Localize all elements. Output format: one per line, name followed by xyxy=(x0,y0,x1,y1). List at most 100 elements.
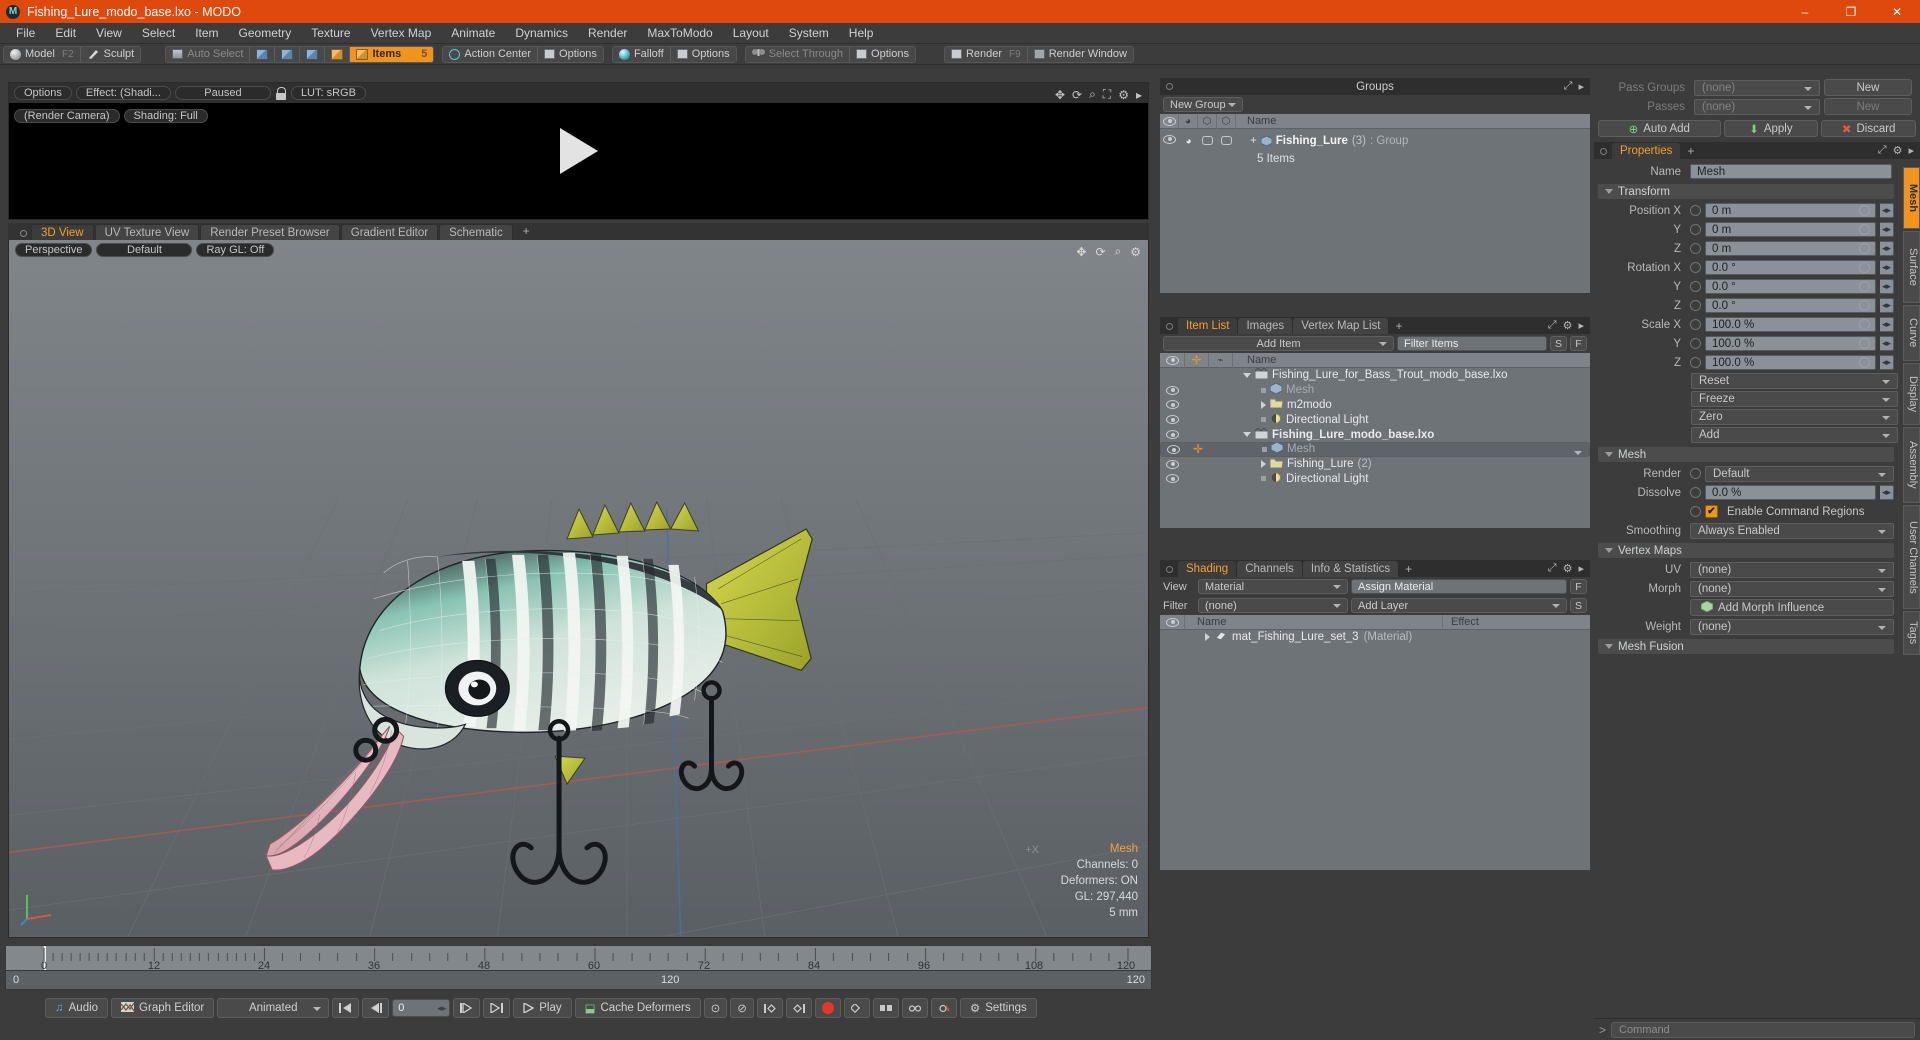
animate-knob-icon[interactable] xyxy=(1859,243,1870,254)
key-all-button[interactable] xyxy=(843,998,870,1018)
item-list-row[interactable]: Fishing_Lure_modo_base.lxo xyxy=(1160,426,1590,442)
key-prev-button[interactable] xyxy=(756,998,783,1018)
chevron-right-icon[interactable] xyxy=(1205,633,1210,641)
rotation-y-knob[interactable] xyxy=(1690,281,1701,292)
menu-maxtomodo[interactable]: MaxToModo xyxy=(637,23,722,44)
position-z-knob[interactable] xyxy=(1690,243,1701,254)
rotation-x-knob[interactable] xyxy=(1690,262,1701,273)
item-list-row[interactable]: Fishing_Lure (2) xyxy=(1160,457,1590,472)
gear-icon[interactable]: ⚙ xyxy=(1563,319,1573,332)
gear-icon[interactable]: ⚙ xyxy=(1118,88,1129,102)
filter-select[interactable]: (none) xyxy=(1198,598,1348,613)
select-through-button[interactable]: Select Through xyxy=(746,47,849,62)
menu-edit[interactable]: Edit xyxy=(45,23,86,44)
side-tab-surface[interactable]: Surface xyxy=(1903,231,1920,303)
perspective-button[interactable]: Perspective xyxy=(15,242,93,257)
chevron-right-icon[interactable] xyxy=(1261,400,1266,409)
row-visibility-toggle[interactable] xyxy=(1160,430,1185,440)
animate-knob-icon[interactable] xyxy=(1859,224,1870,235)
gear-icon[interactable]: ⚙ xyxy=(1130,245,1141,259)
shading-f-button[interactable]: F xyxy=(1570,579,1587,594)
scale-y-spinner[interactable]: ◂▸ xyxy=(1880,336,1894,351)
tab-gradient-editor[interactable]: Gradient Editor xyxy=(340,224,439,240)
add-dropd[interactable]: Add xyxy=(1691,427,1898,443)
chevron-right-icon[interactable]: ▸ xyxy=(1578,319,1584,332)
expand-icon[interactable]: ⤢ xyxy=(1548,562,1557,575)
animate-knob-icon[interactable] xyxy=(1859,300,1870,311)
timeline-range-bar[interactable]: 0 120 120 xyxy=(5,971,1152,990)
triangle-down-icon[interactable] xyxy=(1243,432,1251,438)
rotation-y-input[interactable]: 0.0 ° xyxy=(1705,279,1876,294)
discard-button[interactable]: ✖ Discard xyxy=(1821,120,1917,137)
sculpt-mode-button[interactable]: Sculpt xyxy=(79,46,141,62)
uv-select[interactable]: (none) xyxy=(1690,561,1894,578)
render-camera-button[interactable]: (Render Camera) xyxy=(14,109,120,123)
current-frame-input[interactable]: 0 ◂▸ xyxy=(392,999,451,1017)
menu-texture[interactable]: Texture xyxy=(301,23,360,44)
falloff-options-button[interactable]: Options xyxy=(669,46,736,62)
name-input[interactable]: Mesh xyxy=(1690,164,1892,179)
items-mode-button[interactable]: Items 5 xyxy=(349,46,434,62)
tab-vertex-map-list[interactable]: Vertex Map List xyxy=(1293,318,1389,334)
rotation-x-input[interactable]: 0.0 ° xyxy=(1705,260,1876,275)
triangle-down-icon[interactable] xyxy=(1243,372,1251,378)
play-overlay-icon[interactable] xyxy=(559,128,598,174)
3d-viewport[interactable]: -Z +X xyxy=(8,240,1149,938)
rotation-z-spinner[interactable]: ◂▸ xyxy=(1880,298,1894,313)
tab-item-list[interactable]: Item List xyxy=(1178,318,1238,334)
position-x-spinner[interactable]: ◂▸ xyxy=(1880,203,1894,218)
tab-3d-view[interactable]: 3D View xyxy=(31,224,94,240)
mesh-fusion-section-header[interactable]: Mesh Fusion xyxy=(1598,639,1894,654)
falloff-button[interactable]: Falloff xyxy=(613,47,670,62)
side-tab-curve[interactable]: Curve xyxy=(1903,305,1920,361)
previous-frame-button[interactable] xyxy=(362,998,390,1018)
item-list-row[interactable]: Fishing_Lure_for_Bass_Trout_modo_base.lx… xyxy=(1160,367,1590,383)
add-layer-button[interactable]: Add Layer xyxy=(1351,598,1567,613)
row-visibility-toggle[interactable] xyxy=(1160,134,1179,147)
menu-select[interactable]: Select xyxy=(132,23,185,44)
chevron-right-icon[interactable]: ▸ xyxy=(1578,562,1584,575)
zero-dropd[interactable]: Zero xyxy=(1691,409,1898,425)
polygon-mode-button[interactable] xyxy=(299,46,324,62)
row-lock-toggle[interactable]: ✛ xyxy=(1186,442,1210,456)
animate-knob-icon[interactable] xyxy=(1859,319,1870,330)
viewport-default-button[interactable]: Default xyxy=(96,242,193,257)
go-to-end-button[interactable] xyxy=(483,998,511,1018)
render-window-button[interactable]: Render Window xyxy=(1026,46,1133,62)
transform-section-header[interactable]: Transform xyxy=(1598,184,1894,199)
add-item-button[interactable]: Add Item xyxy=(1163,336,1394,351)
animate-knob-icon[interactable] xyxy=(1859,205,1870,216)
key-channel-button[interactable] xyxy=(872,998,899,1018)
go-to-start-button[interactable] xyxy=(332,998,360,1018)
row-wire-toggle[interactable] xyxy=(1198,136,1217,145)
zoom-icon[interactable]: ⌕ xyxy=(1089,87,1096,102)
panel-menu-dot-icon[interactable] xyxy=(1166,323,1173,330)
menu-vertex-map[interactable]: Vertex Map xyxy=(361,23,442,44)
rotation-x-spinner[interactable]: ◂▸ xyxy=(1880,260,1894,275)
menu-system[interactable]: System xyxy=(779,23,839,44)
passes-select[interactable]: (none) xyxy=(1694,98,1820,115)
action-center-options-button[interactable]: Options xyxy=(537,46,603,62)
preview-paused-button[interactable]: Paused xyxy=(174,86,271,100)
dissolve-knob[interactable] xyxy=(1690,487,1701,498)
row-visibility-toggle[interactable] xyxy=(1160,400,1185,410)
shading-add-tab[interactable]: + xyxy=(1399,562,1418,577)
row-visibility-toggle[interactable] xyxy=(1160,459,1185,469)
position-x-knob[interactable] xyxy=(1690,205,1701,216)
animation-mode-select[interactable]: Animated xyxy=(217,998,330,1018)
position-y-spinner[interactable]: ◂▸ xyxy=(1880,222,1894,237)
animate-knob-icon[interactable] xyxy=(1859,281,1870,292)
panel-menu-dot-icon[interactable] xyxy=(1600,148,1607,155)
chevron-right-icon[interactable] xyxy=(1261,460,1266,469)
position-y-knob[interactable] xyxy=(1690,224,1701,235)
chevron-right-icon[interactable]: ▸ xyxy=(1136,88,1142,102)
tab-uv-texture-view[interactable]: UV Texture View xyxy=(94,224,200,240)
scale-x-knob[interactable] xyxy=(1690,319,1701,330)
scale-z-input[interactable]: 100.0 % xyxy=(1705,355,1876,370)
tab-properties[interactable]: Properties xyxy=(1612,143,1681,159)
dissolve-input[interactable]: 0.0 % xyxy=(1705,485,1876,500)
command-regions-knob[interactable] xyxy=(1690,506,1701,517)
rotate-icon[interactable]: ⟳ xyxy=(1095,245,1105,259)
scale-z-knob[interactable] xyxy=(1690,357,1701,368)
ray-gl-button[interactable]: Ray GL: Off xyxy=(196,242,275,257)
